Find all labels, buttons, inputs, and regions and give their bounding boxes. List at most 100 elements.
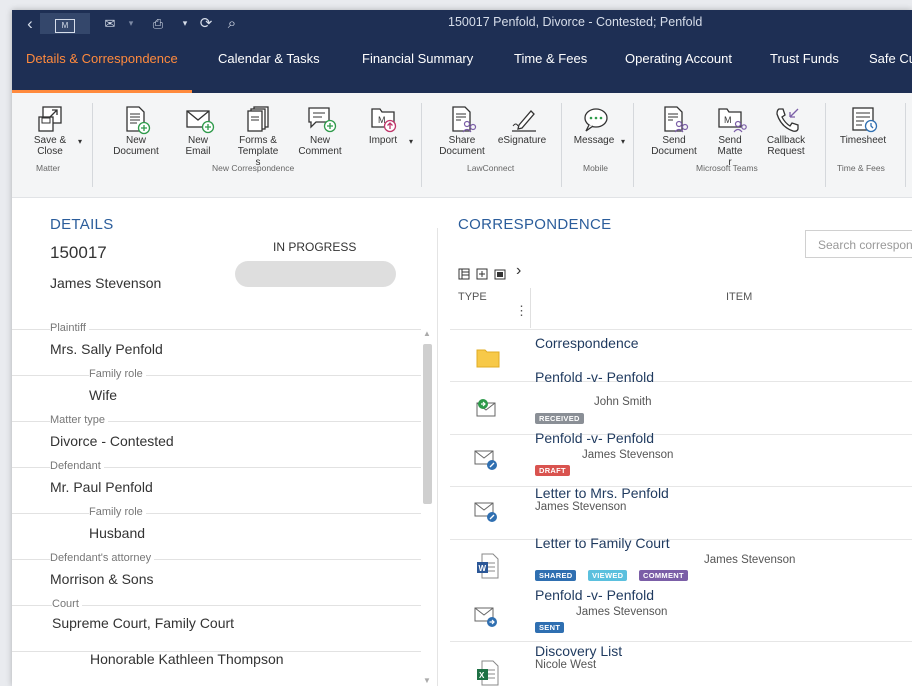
send-document-button[interactable]: Send Document [646,105,702,157]
save-close-dropdown[interactable]: ▾ [78,137,82,146]
email-draft-icon [474,449,498,471]
tab-operating-account[interactable]: Operating Account [625,51,732,66]
refresh-icon[interactable]: ⟳ [196,13,216,34]
save-close-button[interactable]: Save & Close [32,105,68,157]
row-divider [450,539,912,540]
field-defendant[interactable]: Defendant Mr. Paul Penfold [12,460,421,514]
ribbon-divider [633,103,634,187]
word-document-icon: W [476,553,500,579]
svg-text:X: X [479,671,485,680]
tab-details-correspondence[interactable]: Details & Correspondence [26,51,178,66]
details-panel: DETAILS 150017 James Stevenson IN PROGRE… [12,198,436,686]
back-button[interactable]: ‹ [22,13,38,34]
new-email-button[interactable]: New Email [178,105,218,157]
list-view-icon[interactable] [458,267,470,285]
app-window: ‹ M ✉ ▾ ⎙ ▾ ⟳ ⌕ 150017 Penfold, Divorce … [12,10,912,686]
field-court[interactable]: Court Supreme Court, Family Court [12,598,421,652]
esignature-button[interactable]: eSignature [496,105,548,146]
history-icon[interactable]: ⌕ [222,13,242,34]
status-badge-viewed: VIEWED [588,570,628,581]
row-divider [450,434,912,435]
status-badge-shared: SHARED [535,570,577,581]
forms-templates-button[interactable]: Forms & Template s [232,105,284,168]
status-label: IN PROGRESS [273,240,357,254]
details-scroll-thumb[interactable] [423,344,432,504]
chevron-down-icon[interactable]: ▾ [180,13,190,34]
excel-document-icon: X [476,660,500,686]
column-menu-icon[interactable]: ⋮ [515,303,528,319]
row-divider [450,381,912,382]
timesheet-icon [850,105,878,133]
matter-home-button[interactable]: M [40,13,90,34]
details-heading: DETAILS [50,216,114,233]
correspondence-panel: CORRESPONDENCE Search correspondence › T… [438,198,912,686]
email-sent-icon [474,606,498,628]
window-title: 150017 Penfold, Divorce - Contested; Pen… [448,15,703,29]
print-icon[interactable]: ⎙ [148,13,168,34]
svg-text:W: W [479,564,487,573]
group-matter: Matter [36,163,61,173]
chevron-down-icon[interactable]: ▾ [126,13,136,34]
svg-text:M: M [378,115,386,125]
column-header-item[interactable]: ITEM [726,291,752,303]
header-divider [450,329,912,330]
new-comment-icon [307,105,337,133]
share-document-button[interactable]: Share Document [436,105,488,157]
scroll-up-icon[interactable]: ▲ [423,329,431,338]
new-email-icon [185,105,215,134]
new-document-button[interactable]: New Document [110,105,162,157]
ribbon-divider [825,103,826,187]
mail-icon[interactable]: ✉ [100,13,120,34]
timesheet-button[interactable]: Timesheet [836,105,890,146]
field-judge[interactable]: Honorable Kathleen Thompson [12,651,421,686]
email-received-icon [476,398,500,420]
group-time-fees: Time & Fees [837,163,885,173]
message-icon [581,105,608,133]
message-button[interactable]: Message [570,105,618,146]
matter-icon: M [55,19,75,33]
tab-safe-custody[interactable]: Safe Cu [869,51,912,66]
status-badge-sent: SENT [535,622,565,633]
send-matter-icon: M [717,105,747,133]
new-comment-button[interactable]: New Comment [296,105,344,157]
column-divider [530,288,531,328]
email-draft-icon [474,501,498,523]
status-badge-draft: DRAFT [535,465,570,476]
column-header-type[interactable]: TYPE [458,291,487,303]
send-matter-button[interactable]: M Send Matte r [712,105,748,168]
import-button[interactable]: M Import [362,105,404,146]
group-lawconnect: LawConnect [467,163,515,173]
esignature-icon [509,105,536,133]
new-folder-icon[interactable] [476,267,488,285]
status-badge-received: RECEIVED [535,413,584,424]
import-dropdown[interactable]: ▾ [409,137,413,146]
save-close-icon [37,105,63,133]
field-plaintiff[interactable]: Plaintiff Mrs. Sally Penfold [12,322,421,376]
ribbon-divider [561,103,562,187]
status-badge [235,261,396,287]
share-document-icon [449,105,477,133]
ribbon-divider [905,103,906,187]
group-mobile: Mobile [583,163,609,173]
ribbon-toolbar: Save & Close ▾ Matter New Document New E… [12,93,912,198]
row-divider [450,486,912,487]
main-tabs: Details & Correspondence Calendar & Task… [12,37,912,93]
send-document-icon [661,105,689,133]
scroll-down-icon[interactable]: ▼ [423,676,431,685]
status-badge-comment: COMMENT [639,570,688,581]
tab-trust-funds[interactable]: Trust Funds [770,51,839,66]
matter-folder-icon[interactable] [494,267,506,285]
tab-calendar-tasks[interactable]: Calendar & Tasks [218,51,320,66]
callback-request-button[interactable]: Callback Request [760,105,812,157]
ribbon-divider [92,103,93,187]
title-bar: ‹ M ✉ ▾ ⎙ ▾ ⟳ ⌕ 150017 Penfold, Divorce … [12,10,912,37]
message-dropdown[interactable]: ▾ [621,137,625,146]
group-new-correspondence: New Correspondence [212,163,295,173]
tab-financial-summary[interactable]: Financial Summary [362,51,473,66]
search-input[interactable]: Search correspondence [805,230,912,258]
chevron-right-icon[interactable]: › [516,262,521,280]
tab-time-fees[interactable]: Time & Fees [514,51,587,66]
forms-templates-icon [245,105,271,133]
import-icon: M [370,105,397,133]
ribbon-divider [421,103,422,187]
